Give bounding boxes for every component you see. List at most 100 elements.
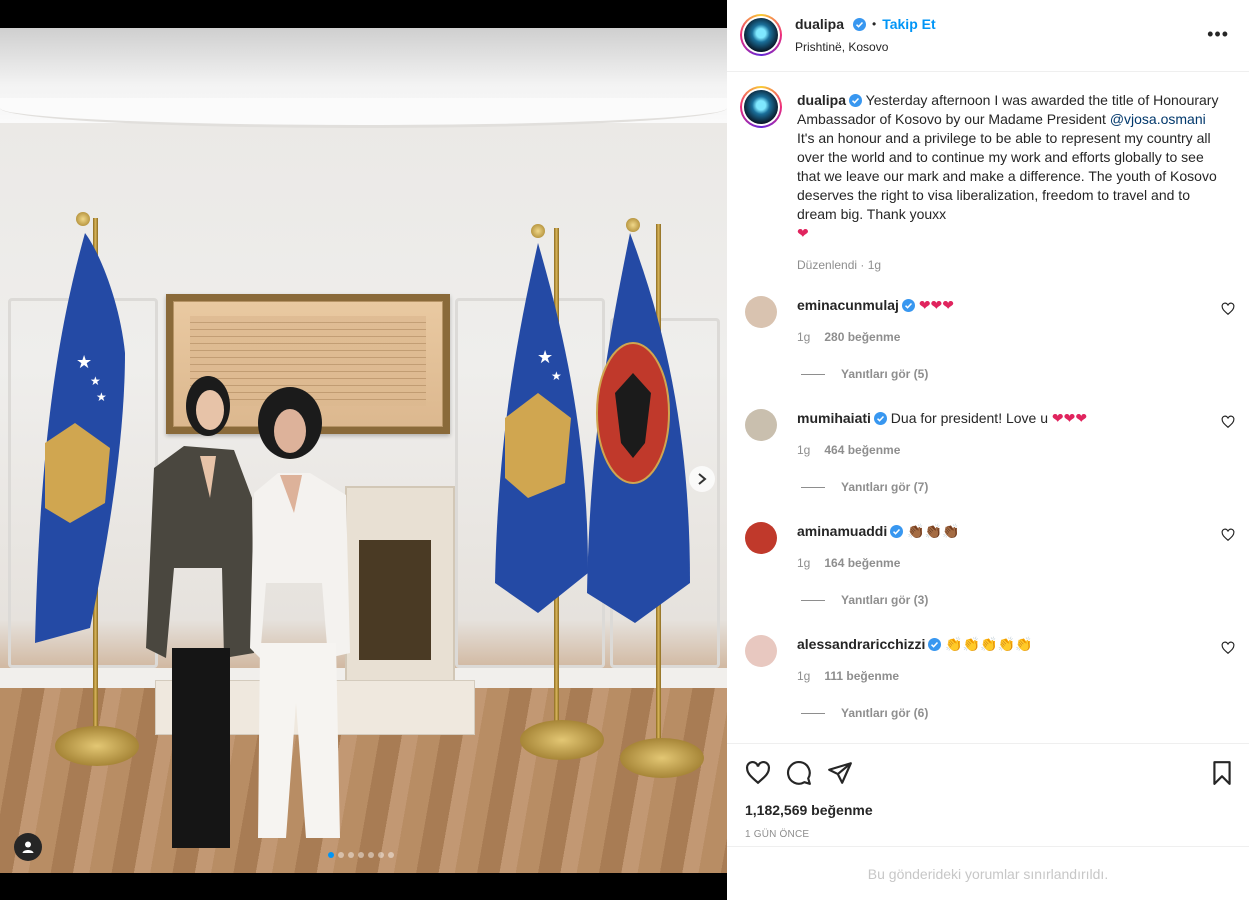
post-location[interactable]: Prishtinë, Kosovo <box>795 40 888 54</box>
verified-badge-icon <box>873 412 887 425</box>
post-media[interactable]: ★ ★ ★ ★ ★ <box>0 0 727 900</box>
flag-stand <box>55 726 139 766</box>
comments-limited-notice: Bu gönderideki yorumlar sınırlandırıldı. <box>727 846 1249 900</box>
view-replies-button[interactable]: Yanıtları gör (3) <box>801 593 928 607</box>
fireplace <box>345 486 455 686</box>
caption-meta: Düzenlendi · 1g <box>797 258 882 272</box>
view-replies-button[interactable]: Yanıtları gör (7) <box>801 480 928 494</box>
user-icon <box>22 841 34 853</box>
flag-stand <box>520 720 604 760</box>
chevron-right-icon <box>698 473 707 485</box>
commenter-avatar[interactable] <box>745 409 777 441</box>
caption-author-avatar[interactable] <box>740 86 782 128</box>
svg-text:★: ★ <box>537 347 553 368</box>
presidential-flag <box>587 233 690 623</box>
comment-body: mumihaiati Dua for president! Love u ❤❤❤ <box>797 409 1087 428</box>
caption-time[interactable]: 1g <box>868 258 881 272</box>
carousel-dot <box>358 852 364 858</box>
person-dua-lipa <box>146 376 254 848</box>
carousel-dot <box>378 852 384 858</box>
save-bookmark-icon[interactable] <box>1209 760 1235 786</box>
comment-time[interactable]: 1g <box>797 669 810 683</box>
comment-time[interactable]: 1g <box>797 556 810 570</box>
comment-likes[interactable]: 464 beğenme <box>824 443 900 457</box>
carousel-indicator <box>328 852 394 858</box>
separator-dot: • <box>872 17 877 31</box>
commenter-username[interactable]: aminamuaddi <box>797 523 887 539</box>
verified-badge-icon <box>849 94 863 107</box>
action-bar <box>727 743 1249 803</box>
comment-meta: 1g 280 beğenme <box>797 330 900 344</box>
flag-finial <box>76 212 90 226</box>
comment-like-heart-icon[interactable] <box>1221 528 1235 542</box>
comment-time[interactable]: 1g <box>797 330 810 344</box>
comment-time[interactable]: 1g <box>797 443 810 457</box>
comment-likes[interactable]: 164 beğenme <box>824 556 900 570</box>
more-options-button[interactable]: ••• <box>1207 24 1229 45</box>
comment-meta: 1g 164 beğenme <box>797 556 900 570</box>
comment-emoji: 👏🏾👏🏾👏🏾 <box>907 524 960 540</box>
view-replies-button[interactable]: Yanıtları gör (6) <box>801 706 928 720</box>
comment-like-heart-icon[interactable] <box>1221 641 1235 655</box>
view-replies-label: Yanıtları gör (3) <box>841 593 929 607</box>
caption-username[interactable]: dualipa <box>797 92 846 108</box>
kosovo-flag: ★ ★ <box>495 243 588 613</box>
comment-bubble-icon[interactable] <box>786 760 812 786</box>
kosovo-flag: ★ ★ ★ <box>35 233 125 643</box>
flag-finial <box>626 218 640 232</box>
comment-meta: 1g 111 beğenme <box>797 669 899 683</box>
comment-body: aminamuaddi 👏🏾👏🏾👏🏾 <box>797 522 959 541</box>
comment-likes[interactable]: 280 beğenme <box>824 330 900 344</box>
flag-finial <box>531 224 545 238</box>
view-replies-label: Yanıtları gör (5) <box>841 367 929 381</box>
comment-likes[interactable]: 111 beğenme <box>824 669 899 683</box>
svg-text:★: ★ <box>76 352 92 373</box>
verified-badge-icon <box>890 525 904 538</box>
comment-item: eminacunmulaj ❤❤❤ 1g 280 beğenme Yanıtları … <box>727 296 1249 409</box>
comment-like-heart-icon[interactable] <box>1221 415 1235 429</box>
tagged-users-button[interactable] <box>14 833 42 861</box>
comment-item: aminamuaddi 👏🏾👏🏾👏🏾 1g 164 beğenme Yanıtları… <box>727 522 1249 635</box>
comment-text: Dua for president! Love u <box>890 410 1052 426</box>
carousel-dot <box>368 852 374 858</box>
author-avatar[interactable] <box>740 14 782 56</box>
share-send-icon[interactable] <box>827 760 853 786</box>
commenter-username[interactable]: alessandraricchizzi <box>797 636 925 652</box>
comment-item: alessandraricchizzi 👏👏👏👏👏 1g 111 beğenme Ya… <box>727 635 1249 748</box>
comment-meta: 1g 464 beğenme <box>797 443 900 457</box>
comment-body: alessandraricchizzi 👏👏👏👏👏 <box>797 635 1032 654</box>
commenter-username[interactable]: eminacunmulaj <box>797 297 899 313</box>
commenter-avatar[interactable] <box>745 296 777 328</box>
carousel-dot <box>338 852 344 858</box>
header-user-row: dualipa • Takip Et <box>795 16 936 32</box>
post-header: dualipa • Takip Et Prishtinë, Kosovo ••• <box>727 0 1249 72</box>
comment-body: eminacunmulaj ❤❤❤ <box>797 296 954 315</box>
commenter-avatar[interactable] <box>745 522 777 554</box>
carousel-dot <box>388 852 394 858</box>
verified-badge-icon <box>928 638 942 651</box>
follow-button[interactable]: Takip Et <box>882 16 935 32</box>
like-heart-icon[interactable] <box>745 760 771 786</box>
svg-text:★: ★ <box>551 369 562 383</box>
view-replies-label: Yanıtları gör (6) <box>841 706 929 720</box>
carousel-dot <box>348 852 354 858</box>
person-vjosa-osmani <box>250 387 350 838</box>
comment-item: mumihaiati Dua for president! Love u ❤❤❤… <box>727 409 1249 522</box>
comment-emoji: 👏👏👏👏👏 <box>945 637 1033 653</box>
heart-emoji: ❤ <box>797 226 809 242</box>
comment-emoji: ❤❤❤ <box>918 298 955 314</box>
carousel-dot <box>328 852 334 858</box>
post-photo[interactable]: ★ ★ ★ ★ ★ <box>0 28 727 873</box>
view-replies-button[interactable]: Yanıtları gör (5) <box>801 367 928 381</box>
flag-stand <box>620 738 704 778</box>
edited-label: Düzenlendi <box>797 258 858 272</box>
commenter-avatar[interactable] <box>745 635 777 667</box>
commenter-username[interactable]: mumihaiati <box>797 410 871 426</box>
carousel-next-button[interactable] <box>689 466 715 492</box>
likes-count[interactable]: 1,182,569 beğenme <box>745 802 873 818</box>
author-username[interactable]: dualipa <box>795 16 844 32</box>
mention-link[interactable]: @vjosa.osmani <box>1110 111 1206 127</box>
post-caption: dualipa Yesterday afternoon I was awarde… <box>797 91 1227 244</box>
comment-like-heart-icon[interactable] <box>1221 302 1235 316</box>
post-time-ago[interactable]: 1 GÜN ÖNCE <box>745 829 809 840</box>
